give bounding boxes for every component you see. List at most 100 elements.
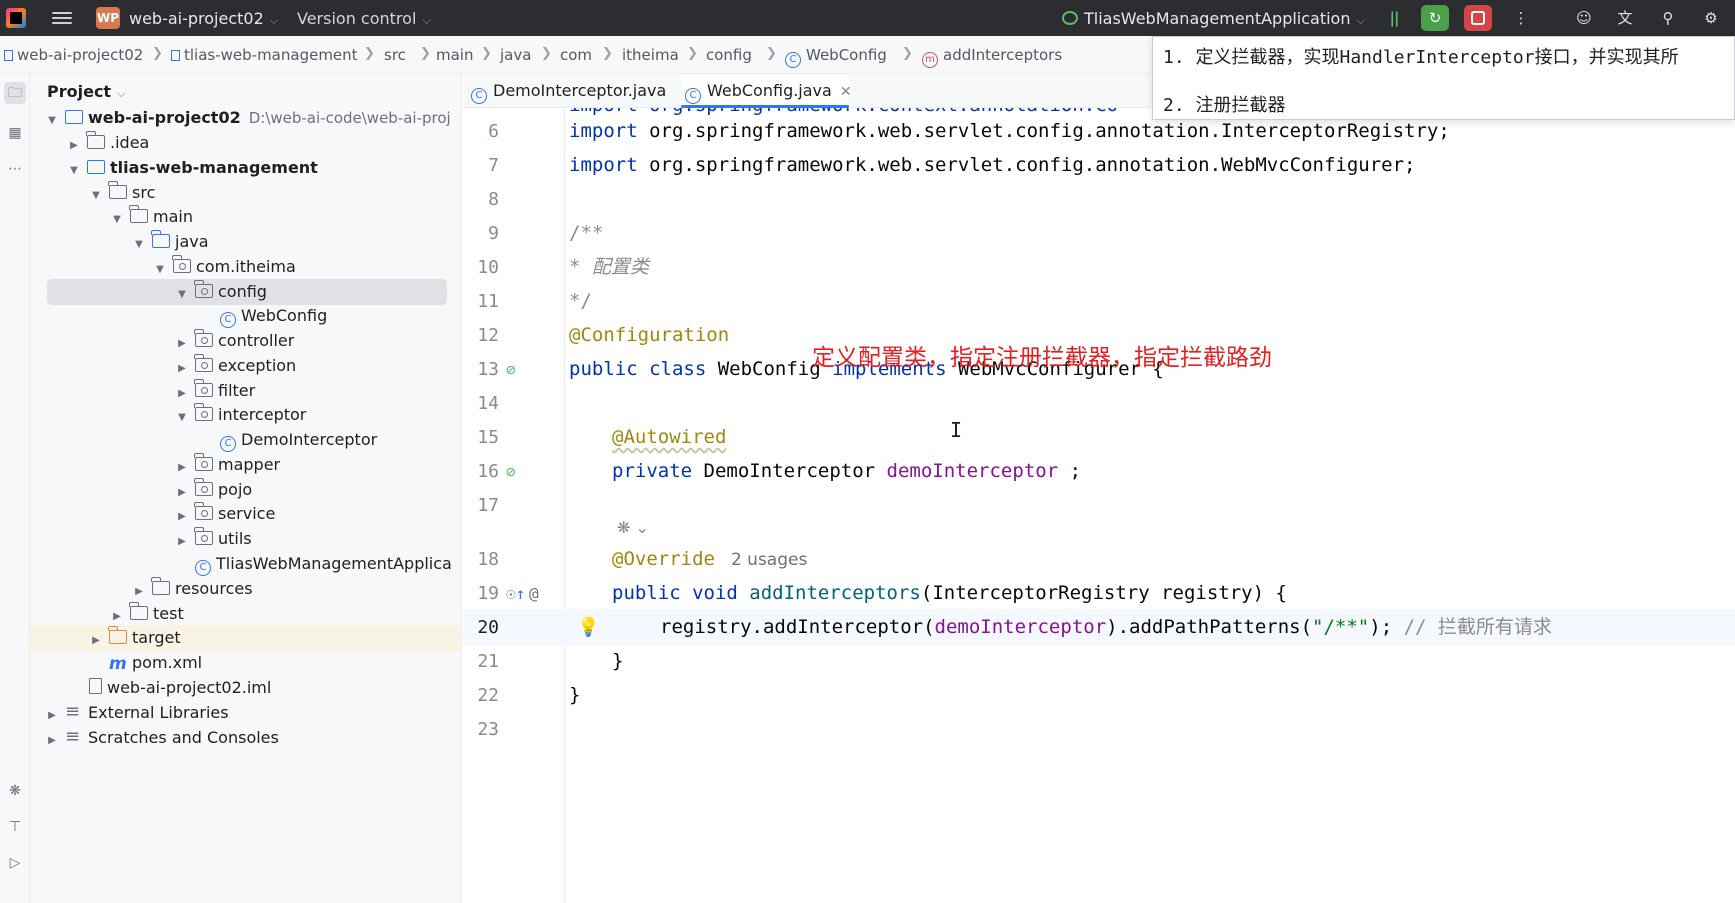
project-panel-header[interactable]: Project ⌵: [47, 82, 125, 101]
user-icon[interactable]: ☺: [1570, 5, 1598, 31]
tree-item-label: service: [218, 504, 276, 523]
tree-item-iml[interactable]: web-ai-project02.iml: [30, 675, 461, 701]
annotation: @Autowired: [612, 426, 727, 448]
tree-item-label: DemoInterceptor: [241, 430, 378, 449]
translate-icon[interactable]: 文: [1611, 5, 1639, 31]
line-number: 10: [477, 257, 499, 278]
code-editor[interactable]: import org.springframework.context.annot…: [463, 108, 1735, 903]
tree-item-demointerceptor[interactable]: C DemoInterceptor: [30, 427, 461, 453]
method-icon: m: [922, 52, 938, 68]
run-tool-icon[interactable]: ▷: [4, 852, 26, 874]
at-icon[interactable]: @: [529, 575, 539, 612]
tree-item-resources[interactable]: ▶ resources: [30, 576, 461, 602]
line-number: 15: [477, 427, 499, 448]
line-number: 8: [488, 189, 499, 210]
tree-item-java[interactable]: ▼ java: [30, 229, 461, 255]
debug-tool-icon[interactable]: ❋: [4, 780, 26, 802]
spring-bean-icon[interactable]: ⊘: [506, 453, 516, 490]
tree-item-filter[interactable]: ▶ filter: [30, 378, 461, 404]
tree-item-src[interactable]: ▼ src: [30, 180, 461, 206]
tree-item-label: Scratches and Consoles: [88, 728, 279, 747]
search-icon[interactable]: ⚲: [1654, 5, 1682, 31]
code-token: ;: [1058, 460, 1082, 482]
chevron-down-icon: ▼: [135, 239, 143, 250]
breadcrumb-item[interactable]: tlias-web-management: [171, 46, 358, 64]
project-tool-icon[interactable]: 🗀: [4, 82, 26, 104]
chevron-down-icon: ▼: [178, 412, 186, 423]
usages-hint[interactable]: 2 usages: [731, 550, 807, 570]
breadcrumb-item[interactable]: src: [384, 46, 406, 64]
library-icon: [65, 699, 83, 725]
lightbulb-icon[interactable]: 💡: [577, 609, 599, 646]
breadcrumb-item[interactable]: m addInterceptors: [922, 46, 1062, 68]
tree-item-test[interactable]: ▶ test: [30, 601, 461, 627]
annotation: @Override: [612, 548, 715, 570]
tree-item-scratches[interactable]: ▶ Scratches and Consoles: [30, 724, 461, 751]
tree-item-label: pojo: [218, 480, 253, 499]
inlay-row: ❋ ⌄: [463, 513, 1735, 543]
tree-item-service[interactable]: ▶ service: [30, 501, 461, 527]
run-configuration-selector[interactable]: TliasWebManagementApplication ⌵: [1062, 9, 1365, 28]
tree-item-tlias-web-management[interactable]: ▼ tlias-web-management: [30, 155, 461, 181]
breadcrumb-item[interactable]: java: [500, 46, 531, 64]
tree-item-utils[interactable]: ▶ utils: [30, 526, 461, 552]
tree-item-label: filter: [218, 381, 256, 400]
tree-item-interceptor[interactable]: ▼ interceptor: [30, 402, 461, 428]
breadcrumb-item[interactable]: com: [560, 46, 592, 64]
project-badge[interactable]: WP: [96, 7, 120, 29]
tab-label: DemoInterceptor.java: [493, 81, 667, 100]
version-control-menu[interactable]: Version control ⌵: [297, 9, 431, 28]
structure-tool-icon[interactable]: ▦: [4, 122, 26, 144]
line-number: 20: [477, 617, 499, 638]
settings-icon[interactable]: ⚙: [1697, 5, 1725, 31]
folder-icon: [108, 181, 127, 199]
tree-item-label: utils: [218, 529, 252, 548]
tree-item-tliaswebmanagementapplication[interactable]: C TliasWebManagementApplica: [30, 551, 461, 577]
tree-item-com-itheima[interactable]: ▼ com.itheima: [30, 254, 461, 280]
breadcrumb-item[interactable]: itheima: [622, 46, 679, 64]
tree-item-webconfig[interactable]: C WebConfig: [30, 303, 461, 329]
keyword: import: [569, 120, 638, 142]
tree-item-config[interactable]: ▼ config: [30, 279, 461, 305]
tree-item-target[interactable]: ▶ target: [30, 625, 461, 651]
line-number: 22: [477, 685, 499, 706]
run-configuration-label: TliasWebManagementApplication: [1084, 9, 1351, 28]
tree-item-idea[interactable]: ▶ .idea: [30, 130, 461, 156]
code-line: 7 import org.springframework.web.servlet.…: [463, 147, 1735, 184]
code-line: 10 * 配置类: [463, 249, 1735, 286]
tree-item-controller[interactable]: ▶ controller: [30, 328, 461, 354]
tab-demointerceptor[interactable]: C DemoInterceptor.java: [467, 74, 666, 108]
stop-icon[interactable]: [1464, 5, 1492, 31]
tree-item-web-ai-project02[interactable]: ▼ web-ai-project02 D:\web-ai-code\web-ai-p…: [30, 105, 461, 131]
more-icon[interactable]: ⋮: [1507, 5, 1535, 31]
tree-item-mapper[interactable]: ▶ mapper: [30, 452, 461, 478]
breadcrumb-item[interactable]: web-ai-project02: [4, 46, 143, 64]
excluded-folder-icon: [108, 626, 127, 644]
breadcrumb-item[interactable]: main: [436, 46, 473, 64]
breadcrumb-separator-icon: ❯: [902, 46, 913, 61]
folder-icon: [129, 602, 148, 620]
tree-item-label: src: [132, 183, 156, 202]
breadcrumb-item[interactable]: C WebConfig: [785, 46, 887, 68]
chevron-down-icon: ⌵: [1356, 14, 1365, 27]
tab-webconfig[interactable]: C WebConfig.java ✕: [681, 74, 852, 108]
class-icon: C: [471, 88, 487, 104]
main-menu-icon[interactable]: [52, 9, 72, 27]
breadcrumb-separator-icon: ❯: [766, 46, 777, 61]
project-switcher[interactable]: web-ai-project02 ⌵: [129, 9, 278, 28]
build-tool-icon[interactable]: ⊤: [4, 816, 26, 838]
more-tools-icon[interactable]: ⋯: [4, 158, 26, 180]
override-icon[interactable]: ☉↑: [506, 575, 525, 612]
tree-item-external-libraries[interactable]: ▶ External Libraries: [30, 699, 461, 726]
rerun-icon[interactable]: ↻: [1421, 5, 1449, 31]
package-icon: [194, 453, 213, 471]
breadcrumb-item[interactable]: config: [706, 46, 752, 64]
pause-icon[interactable]: ||: [1380, 5, 1408, 31]
close-icon[interactable]: ✕: [840, 84, 852, 100]
tree-item-exception[interactable]: ▶ exception: [30, 353, 461, 379]
tree-item-pojo[interactable]: ▶ pojo: [30, 477, 461, 503]
ai-assistant-icon[interactable]: ❋ ⌄: [617, 513, 649, 543]
tree-item-label: web-ai-project02: [88, 108, 241, 127]
chevron-right-icon: ▶: [178, 511, 186, 522]
spring-bean-icon[interactable]: ⊘: [506, 351, 516, 388]
